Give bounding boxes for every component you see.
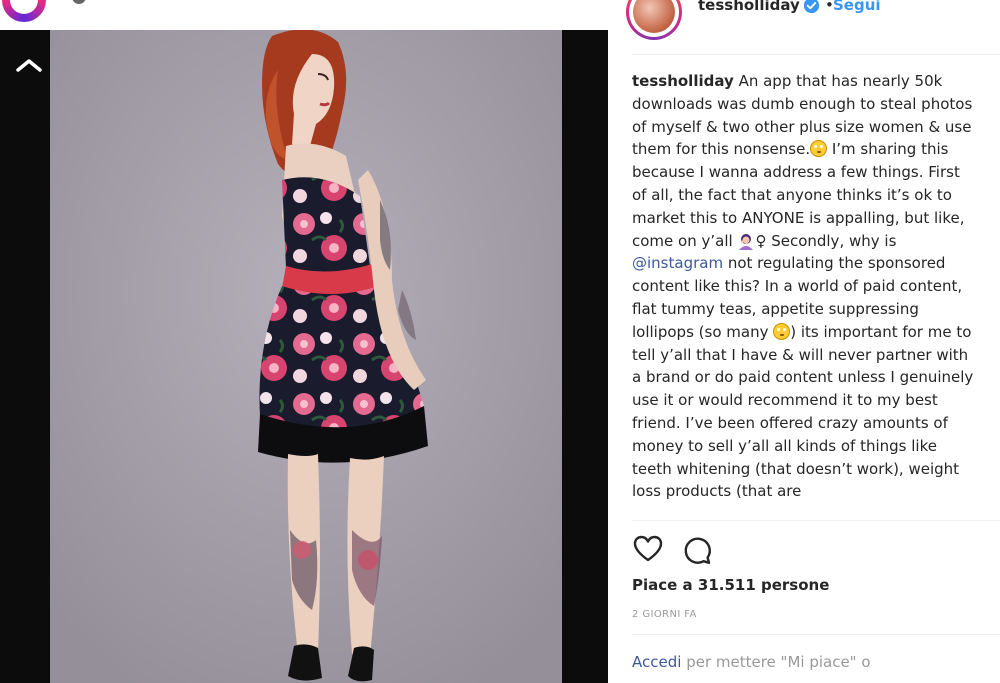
facepalm-emoji (739, 233, 754, 250)
rolling-eyes-emoji (810, 140, 828, 158)
caption-username[interactable]: tessholliday (632, 72, 734, 90)
caption-text: ) its important for me to tell y’all tha… (632, 322, 974, 501)
follow-button[interactable]: Segui (833, 0, 881, 14)
post-photo (50, 30, 562, 683)
site-logo-mark (72, 0, 86, 4)
site-logo[interactable] (2, 0, 46, 22)
author-avatar[interactable] (626, 0, 682, 40)
author-username[interactable]: tessholliday (698, 0, 800, 14)
footer-divider (632, 634, 1000, 635)
collapse-chevron-icon[interactable] (14, 56, 44, 76)
likes-count[interactable]: Piace a 31.511 persone (632, 576, 829, 594)
comment-icon[interactable] (681, 534, 713, 566)
caption-scroll-area[interactable]: tessholliday An app that has nearly 50k … (632, 70, 976, 520)
actions-divider (632, 520, 1000, 521)
rolling-eyes-emoji (773, 322, 791, 340)
login-prompt-text: per mettere "Mi piace" o (681, 653, 871, 671)
post-timestamp: 2 GIORNI FA (632, 609, 697, 620)
post-media[interactable] (0, 30, 608, 683)
top-bar (0, 0, 608, 30)
heart-icon[interactable] (632, 533, 664, 565)
mention-link[interactable]: @instagram (632, 254, 723, 272)
login-link[interactable]: Accedi (632, 653, 681, 671)
verified-badge-icon (803, 0, 820, 14)
login-prompt: Accedi per mettere "Mi piace" o (632, 653, 871, 671)
header-divider (632, 54, 1000, 55)
caption-text: ♀ Secondly, why is (755, 231, 897, 250)
post-caption: tessholliday An app that has nearly 50k … (632, 70, 976, 503)
